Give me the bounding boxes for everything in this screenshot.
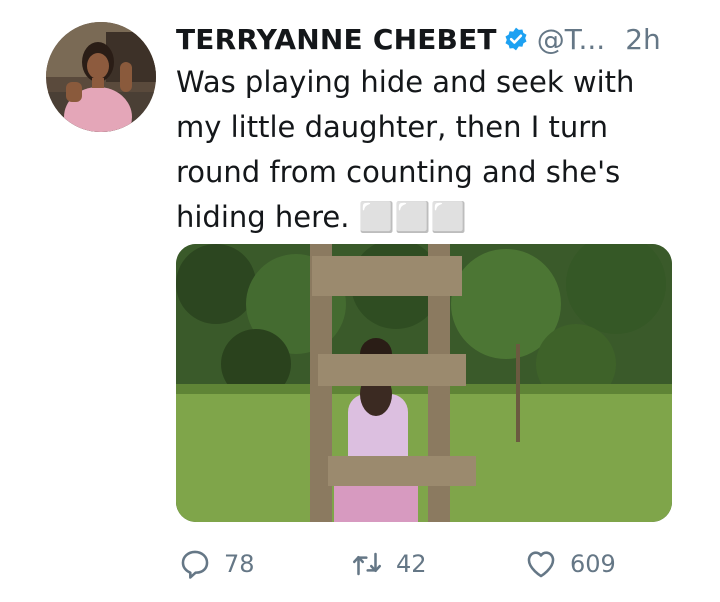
tweet-timestamp[interactable]: 2h xyxy=(625,23,661,56)
tweet-header: TERRYANNE CHEBET @T... 2h xyxy=(176,18,680,60)
photo-girl-behind-ladder-icon xyxy=(176,244,672,522)
tweet[interactable]: TERRYANNE CHEBET @T... 2h Was playing hi… xyxy=(0,0,720,602)
author-handle[interactable]: @T... xyxy=(537,23,605,56)
avatar[interactable] xyxy=(46,22,156,132)
tweet-text: Was playing hide and seek with my little… xyxy=(176,65,635,234)
tweet-photo[interactable] xyxy=(176,244,672,522)
like-count: 609 xyxy=(570,550,616,578)
avatar-photo-icon xyxy=(46,22,156,132)
verified-badge-icon xyxy=(503,26,529,52)
reply-button[interactable]: 78 xyxy=(178,540,255,588)
tweet-actions: 78 42 609 xyxy=(176,540,676,588)
retweet-button[interactable]: 42 xyxy=(350,540,427,588)
retweet-icon xyxy=(350,547,384,581)
heart-icon xyxy=(524,547,558,581)
like-button[interactable]: 609 xyxy=(524,540,616,588)
reply-count: 78 xyxy=(224,550,255,578)
retweet-count: 42 xyxy=(396,550,427,578)
author-name[interactable]: TERRYANNE CHEBET xyxy=(176,23,497,56)
reply-icon xyxy=(178,547,212,581)
